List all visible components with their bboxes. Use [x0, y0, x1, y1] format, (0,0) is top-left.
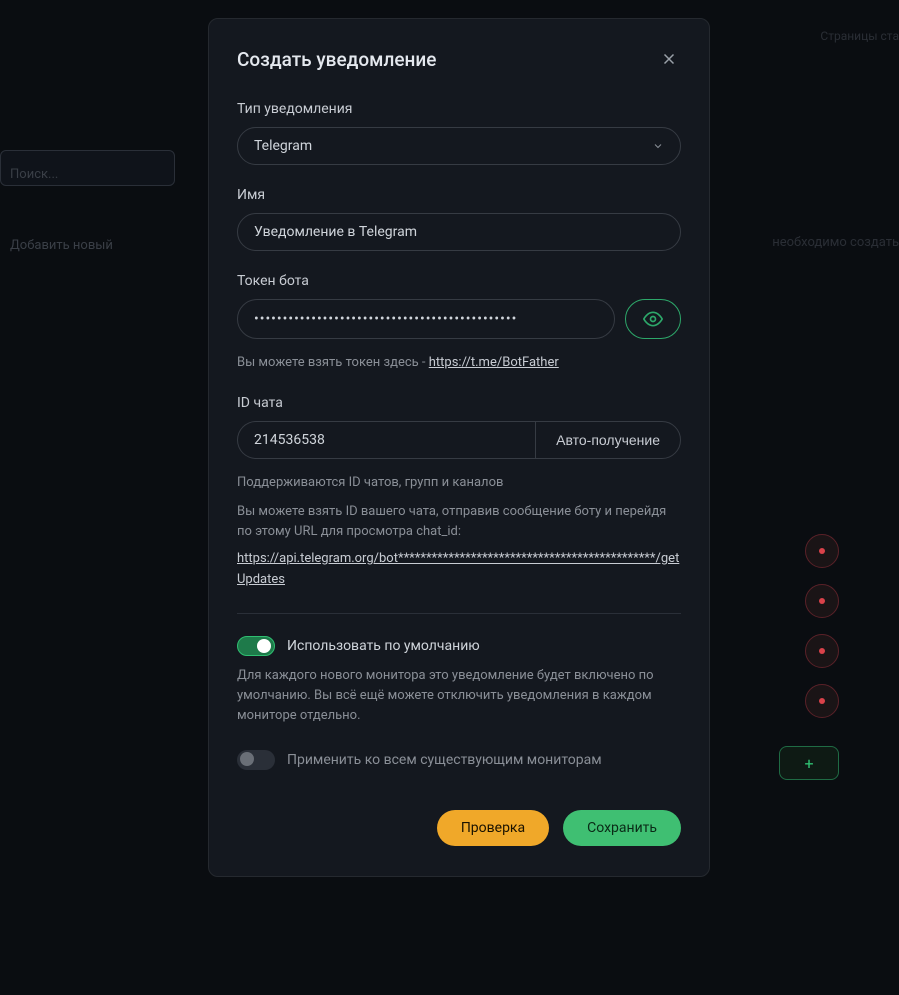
chevron-down-icon: [652, 140, 664, 152]
bg-status-dot: [805, 684, 839, 718]
apply-all-toggle-label: Применить ко всем существующим мониторам: [287, 752, 602, 768]
default-toggle-label: Использовать по умолчанию: [287, 638, 480, 654]
name-input[interactable]: [237, 213, 681, 251]
test-button[interactable]: Проверка: [437, 810, 549, 846]
bg-add-new-label: Добавить новый: [10, 238, 113, 253]
apply-all-toggle-row: Применить ко всем существующим мониторам: [237, 750, 681, 770]
default-toggle[interactable]: [237, 636, 275, 656]
toggle-knob: [257, 639, 271, 653]
name-label: Имя: [237, 187, 681, 203]
token-input[interactable]: [237, 299, 615, 339]
chatid-hint-2: Вы можете взять ID вашего чата, отправив…: [237, 502, 681, 541]
close-button[interactable]: [657, 47, 681, 71]
modal-header: Создать уведомление: [237, 47, 681, 71]
default-toggle-desc: Для каждого нового монитора это уведомле…: [237, 666, 681, 726]
eye-icon: [643, 309, 663, 329]
divider: [237, 613, 681, 614]
type-group: Тип уведомления Telegram: [237, 101, 681, 165]
type-select[interactable]: Telegram: [237, 127, 681, 165]
autoget-button[interactable]: Авто-получение: [535, 421, 681, 459]
bg-status-dot: [805, 534, 839, 568]
modal-footer: Проверка Сохранить: [237, 810, 681, 846]
chatid-label: ID чата: [237, 395, 681, 411]
bg-status-dot: [805, 584, 839, 618]
type-select-value: Telegram: [254, 138, 312, 154]
bg-top-right-text: Страницы ста: [820, 29, 899, 43]
bg-add-button: +: [779, 746, 839, 780]
token-hint-text: Вы можете взять токен здесь -: [237, 355, 429, 370]
token-group: Токен бота Вы можете взять токен здесь -…: [237, 273, 681, 373]
getupdates-link[interactable]: https://api.telegram.org/bot************…: [237, 549, 681, 591]
botfather-link[interactable]: https://t.me/BotFather: [429, 355, 559, 370]
chatid-input[interactable]: [237, 421, 535, 459]
modal-title: Создать уведомление: [237, 48, 436, 71]
toggle-knob: [240, 752, 254, 766]
bg-right-text: необходимо создать: [772, 235, 899, 250]
chatid-group: ID чата Авто-получение Поддерживаются ID…: [237, 395, 681, 591]
token-label: Токен бота: [237, 273, 681, 289]
name-group: Имя: [237, 187, 681, 251]
apply-all-toggle[interactable]: [237, 750, 275, 770]
type-label: Тип уведомления: [237, 101, 681, 117]
bg-status-dot: [805, 634, 839, 668]
show-token-button[interactable]: [625, 299, 681, 339]
bg-search-placeholder: Поиск...: [10, 167, 58, 182]
default-toggle-row: Использовать по умолчанию: [237, 636, 681, 656]
notification-modal: Создать уведомление Тип уведомления Tele…: [208, 18, 710, 877]
save-button[interactable]: Сохранить: [563, 810, 681, 846]
chatid-hint-1: Поддерживаются ID чатов, групп и каналов: [237, 473, 681, 493]
token-hint: Вы можете взять токен здесь - https://t.…: [237, 353, 681, 373]
close-icon: [660, 50, 678, 68]
